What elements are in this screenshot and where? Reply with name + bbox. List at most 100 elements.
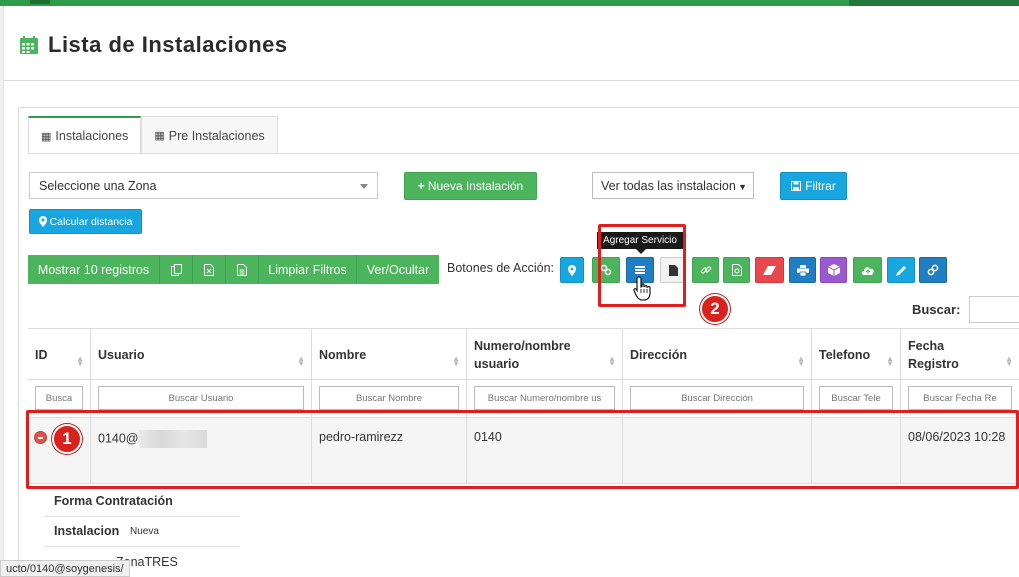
plus-icon: + <box>417 179 425 193</box>
annotation-badge-2: 2 <box>700 294 730 324</box>
table-icon: ▦ <box>41 130 52 143</box>
mostrar-registros-button[interactable]: Mostrar 10 registros <box>28 255 160 284</box>
csv-icon <box>237 263 247 276</box>
detail-key: Instalacion <box>54 524 120 538</box>
sort-icon: ▲ ▼ <box>297 354 305 368</box>
sort-icon: ▲ ▼ <box>886 354 894 368</box>
th-direccion[interactable]: Dirección ▲ ▼ <box>622 329 811 380</box>
sort-icon: ▲ ▼ <box>1005 354 1013 368</box>
column-label: Telefono <box>819 347 871 362</box>
link-icon <box>700 266 711 274</box>
th-telefono[interactable]: Telefono ▲ ▼ <box>811 329 900 380</box>
cube-icon <box>827 264 840 276</box>
package-button[interactable] <box>820 257 847 283</box>
tab-instalaciones[interactable]: ▦ Instalaciones <box>28 116 142 154</box>
zona-select-value: Seleccione una Zona <box>39 178 157 193</box>
annotation-badge-1: 1 <box>52 424 82 454</box>
ver-ocultar-button[interactable]: Ver/Ocultar <box>357 255 439 284</box>
page-title: Lista de Instalaciones <box>48 32 288 57</box>
status-url: ucto/0140@soygenesis/ <box>6 562 124 575</box>
datatable-buttons: Mostrar 10 registros Limpiar Filtros Ver… <box>28 255 439 284</box>
sort-icon: ▲ ▼ <box>452 354 460 368</box>
print-button[interactable] <box>789 257 816 283</box>
page-header: Lista de Instalaciones <box>18 30 288 60</box>
pdf-button[interactable] <box>723 257 750 283</box>
filtrar-button[interactable]: Filtrar <box>780 172 847 200</box>
calcular-label: Calcular distancia <box>49 215 133 228</box>
tab-label: Instalaciones <box>55 129 129 143</box>
filter-direccion-input[interactable] <box>630 386 804 410</box>
sort-icon: ▲ ▼ <box>76 354 84 368</box>
header-divider <box>4 80 1019 81</box>
row-detail-item: Instalacion Nueva <box>44 517 240 547</box>
column-label: Fecha Registro <box>908 338 959 371</box>
filter-id-input[interactable] <box>35 386 83 410</box>
tab-bar: ▦ Instalaciones ▦ Pre Instalaciones <box>28 116 278 154</box>
ver-instalaciones-select[interactable]: Ver todas las instalacion ▼ <box>592 172 754 199</box>
location-button[interactable] <box>560 257 584 283</box>
table-icon: ▦ <box>154 130 165 142</box>
erase-button[interactable] <box>755 257 784 283</box>
link-button[interactable] <box>692 257 719 283</box>
filter-nombre-input[interactable] <box>319 386 459 410</box>
table-header-row: ID ▲ ▼ Usuario ▲ ▼ Nombre ▲ ▼ Numero/nombre us… <box>28 328 1019 380</box>
nueva-instalacion-label: Nueva Instalación <box>427 179 524 193</box>
column-label: Usuario <box>98 347 145 362</box>
column-label: Nombre <box>319 347 367 362</box>
tab-label: Pre Instalaciones <box>168 128 265 143</box>
th-nombre[interactable]: Nombre ▲ ▼ <box>311 329 466 380</box>
tab-pre-instalaciones[interactable]: ▦ Pre Instalaciones <box>141 116 278 154</box>
tab-underline <box>28 153 1019 154</box>
eraser-icon <box>763 265 776 275</box>
filter-usuario-input[interactable] <box>98 386 304 410</box>
nueva-instalacion-button[interactable]: + Nueva Instalación <box>404 172 537 200</box>
ver-ocultar-label: Ver/Ocultar <box>366 262 430 277</box>
mostrar-label: Mostrar 10 registros <box>37 262 150 277</box>
filter-numero-input[interactable] <box>474 386 615 410</box>
limpiar-filtros-button[interactable]: Limpiar Filtros <box>259 255 357 284</box>
column-label: Numero/nombre usuario <box>474 338 571 371</box>
chevron-down-icon: ▼ <box>738 182 747 192</box>
highlight-box-2 <box>598 224 686 307</box>
highlight-box-1 <box>26 410 1019 489</box>
acciones-label: Botones de Acción: <box>447 261 555 275</box>
buscar-label: Buscar: <box>912 302 961 317</box>
chain-button[interactable] <box>919 257 947 283</box>
map-marker-icon <box>38 216 47 227</box>
th-numero[interactable]: Numero/nombre usuario ▲ ▼ <box>466 329 622 380</box>
caret-down-icon <box>360 184 368 189</box>
map-marker-icon <box>568 264 576 276</box>
top-bar <box>0 0 1019 6</box>
column-label: ID <box>35 347 48 362</box>
filtrar-label: Filtrar <box>805 179 836 193</box>
pdf-icon <box>731 264 742 276</box>
save-icon <box>791 181 802 191</box>
calcular-distancia-button[interactable]: Calcular distancia <box>29 209 142 234</box>
excel-button[interactable] <box>193 255 226 284</box>
top-bar-thumb <box>30 0 50 4</box>
limpiar-label: Limpiar Filtros <box>268 262 347 277</box>
print-icon <box>796 264 809 276</box>
th-id[interactable]: ID ▲ ▼ <box>28 329 90 380</box>
th-usuario[interactable]: Usuario ▲ ▼ <box>90 329 311 380</box>
csv-button[interactable] <box>226 255 259 284</box>
top-bar-right <box>849 0 1019 6</box>
detail-key: Forma Contratación <box>54 494 173 508</box>
edit-button[interactable] <box>887 257 915 283</box>
filter-telefono-input[interactable] <box>819 386 893 410</box>
pencil-icon <box>895 265 906 276</box>
detail-value: Nueva <box>130 526 159 537</box>
copy-button[interactable] <box>160 255 193 284</box>
calendar-icon <box>20 36 38 54</box>
th-fecha[interactable]: Fecha Registro ▲ ▼ <box>900 329 1019 380</box>
browser-status-bar: ucto/0140@soygenesis/ <box>0 560 130 577</box>
ver-select-value: Ver todas las instalacion <box>601 178 736 193</box>
search-input[interactable] <box>969 296 1019 323</box>
column-label: Dirección <box>630 347 687 362</box>
filter-fecha-input[interactable] <box>908 386 1012 410</box>
upload-button[interactable] <box>853 257 882 283</box>
excel-icon <box>204 263 214 276</box>
left-edge <box>0 6 4 577</box>
sort-icon: ▲ ▼ <box>608 354 616 368</box>
zona-select[interactable]: Seleccione una Zona <box>29 172 378 199</box>
